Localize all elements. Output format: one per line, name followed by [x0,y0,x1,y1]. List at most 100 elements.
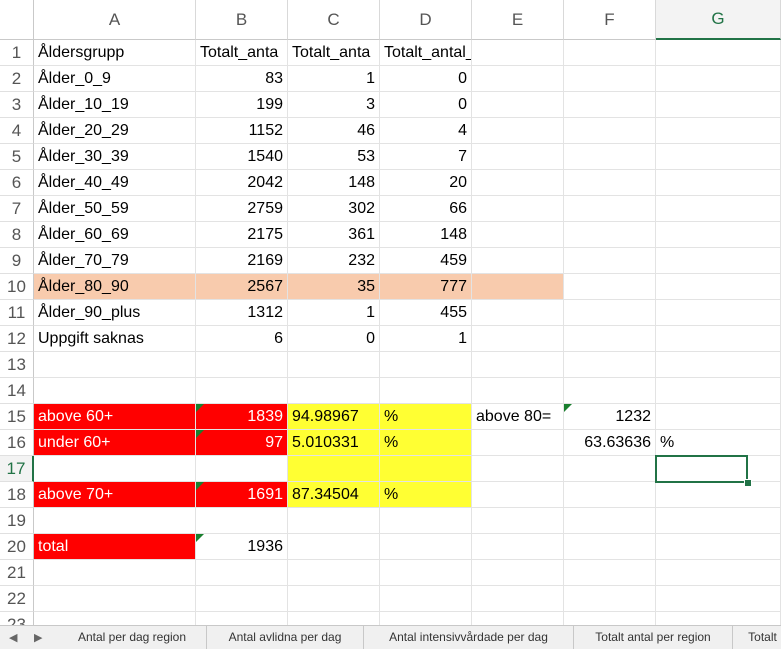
cell-b5[interactable]: 1540 [196,144,288,170]
cell-c13[interactable] [288,352,380,378]
cell-f3[interactable] [564,92,656,118]
row-header-15[interactable]: 15 [0,404,34,430]
cell-f8[interactable] [564,222,656,248]
cell-c10[interactable]: 35 [288,274,380,300]
cell-d20[interactable] [380,534,472,560]
cell-b11[interactable]: 1312 [196,300,288,326]
cell-a9[interactable]: Ålder_70_79 [34,248,196,274]
cell-f7[interactable] [564,196,656,222]
cell-b6[interactable]: 2042 [196,170,288,196]
cell-b2[interactable]: 83 [196,66,288,92]
cell-e5[interactable] [472,144,564,170]
cell-a16[interactable]: under 60+ [34,430,196,456]
fill-handle[interactable] [744,479,752,487]
row-header-20[interactable]: 20 [0,534,34,560]
cell-g19[interactable] [656,508,781,534]
cell-b19[interactable] [196,508,288,534]
cell-c9[interactable]: 232 [288,248,380,274]
cell-e13[interactable] [472,352,564,378]
cell-f17[interactable] [564,456,656,482]
cell-e9[interactable] [472,248,564,274]
row-header-17[interactable]: 17 [0,456,34,482]
cell-d23[interactable] [380,612,472,625]
cell-f20[interactable] [564,534,656,560]
cell-d5[interactable]: 7 [380,144,472,170]
cell-d8[interactable]: 148 [380,222,472,248]
cell-c14[interactable] [288,378,380,404]
cell-c4[interactable]: 46 [288,118,380,144]
row-header-3[interactable]: 3 [0,92,34,118]
cell-a8[interactable]: Ålder_60_69 [34,222,196,248]
column-header-f[interactable]: F [564,0,656,40]
cell-g2[interactable] [656,66,781,92]
cell-a23[interactable] [34,612,196,625]
cell-b15[interactable]: 1839 [196,404,288,430]
cell-d19[interactable] [380,508,472,534]
cell-c12[interactable]: 0 [288,326,380,352]
cell-g20[interactable] [656,534,781,560]
cell-b16[interactable]: 97 [196,430,288,456]
cell-c17[interactable] [288,456,380,482]
cell-c8[interactable]: 361 [288,222,380,248]
cell-c6[interactable]: 148 [288,170,380,196]
cell-f10[interactable] [564,274,656,300]
cell-f4[interactable] [564,118,656,144]
triangle-left-icon[interactable]: ◀ [9,631,17,644]
cell-b21[interactable] [196,560,288,586]
cell-c3[interactable]: 3 [288,92,380,118]
spreadsheet-grid[interactable]: A B C D E F G 1 Åldersgrupp Totalt_anta Totalt_ant… [0,0,781,625]
cell-f19[interactable] [564,508,656,534]
cell-c7[interactable]: 302 [288,196,380,222]
cell-c11[interactable]: 1 [288,300,380,326]
cell-a12[interactable]: Uppgift saknas [34,326,196,352]
row-header-16[interactable]: 16 [0,430,34,456]
row-header-14[interactable]: 14 [0,378,34,404]
cell-a7[interactable]: Ålder_50_59 [34,196,196,222]
cell-b1[interactable]: Totalt_anta [196,40,288,66]
row-header-22[interactable]: 22 [0,586,34,612]
cell-c1[interactable]: Totalt_anta [288,40,380,66]
cell-d6[interactable]: 20 [380,170,472,196]
row-header-9[interactable]: 9 [0,248,34,274]
sheet-tab-5[interactable]: Totalt [733,626,781,649]
cell-e12[interactable] [472,326,564,352]
cell-a3[interactable]: Ålder_10_19 [34,92,196,118]
cell-g3[interactable] [656,92,781,118]
cell-g1[interactable] [656,40,781,66]
cell-g4[interactable] [656,118,781,144]
cell-a15[interactable]: above 60+ [34,404,196,430]
cell-g21[interactable] [656,560,781,586]
cell-d10[interactable]: 777 [380,274,472,300]
cell-d17[interactable] [380,456,472,482]
cell-c22[interactable] [288,586,380,612]
cell-g5[interactable] [656,144,781,170]
row-header-7[interactable]: 7 [0,196,34,222]
cell-d14[interactable] [380,378,472,404]
row-header-4[interactable]: 4 [0,118,34,144]
cell-a10[interactable]: Ålder_80_90 [34,274,196,300]
cell-a13[interactable] [34,352,196,378]
cell-f16[interactable]: 63.63636 [564,430,656,456]
cell-f11[interactable] [564,300,656,326]
cell-a19[interactable] [34,508,196,534]
cell-f6[interactable] [564,170,656,196]
cell-a20[interactable]: total [34,534,196,560]
cell-g14[interactable] [656,378,781,404]
cell-c23[interactable] [288,612,380,625]
row-header-21[interactable]: 21 [0,560,34,586]
cell-b4[interactable]: 1152 [196,118,288,144]
cell-e6[interactable] [472,170,564,196]
cell-b3[interactable]: 199 [196,92,288,118]
cell-e7[interactable] [472,196,564,222]
cell-c16[interactable]: 5.010331 [288,430,380,456]
row-header-19[interactable]: 19 [0,508,34,534]
cell-d16[interactable]: % [380,430,472,456]
cell-e8[interactable] [472,222,564,248]
cell-f18[interactable] [564,482,656,508]
cell-e21[interactable] [472,560,564,586]
cell-b18[interactable]: 1691 [196,482,288,508]
cell-d18[interactable]: % [380,482,472,508]
cell-e2[interactable] [472,66,564,92]
cell-d12[interactable]: 1 [380,326,472,352]
column-header-a[interactable]: A [34,0,196,40]
